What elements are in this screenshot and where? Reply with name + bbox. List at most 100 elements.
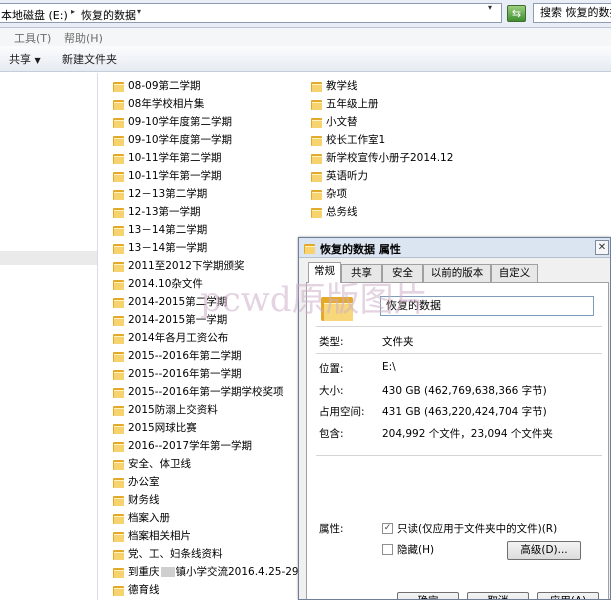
contains-label: 包含: [319,428,344,440]
folder-name-field[interactable]: 恢复的数据 [380,296,594,316]
folder-icon [113,261,124,272]
folder-name: 08年学校相片集 [128,98,205,110]
folder-icon [113,387,124,398]
folder-icon [113,225,124,236]
address-box[interactable]: 本地磁盘 (E:) ▸ 恢复的数据 ▾ [0,3,502,23]
folder-icon [113,423,124,434]
advanced-button[interactable]: 高级(D)... [507,541,581,560]
nav-selected-item[interactable] [0,251,97,265]
folder-name: 五年级上册 [326,98,379,110]
new-folder-button[interactable]: 新建文件夹 [62,51,117,67]
type-value: 文件夹 [382,336,414,348]
folder-name: 13－14第二学期 [128,224,208,236]
dialog-title: 恢复的数据 属性 [320,243,401,256]
folder-icon [113,351,124,362]
properties-dialog: 恢复的数据 属性 ✕ 常规 共享 安全 以前的版本 自定义 恢复的数据 类型: … [298,237,611,600]
folder-name: 教学线 [326,80,358,92]
attributes-label: 属性: [319,523,344,535]
chevron-down-icon: ▼ [34,56,41,65]
divider [316,353,602,354]
navigation-pane[interactable] [0,73,98,600]
folder-icon [311,99,322,110]
command-bar: 共享 ▼ 新建文件夹 [0,46,611,72]
dialog-titlebar[interactable]: 恢复的数据 属性 ✕ [299,238,610,258]
ok-button[interactable]: 确定 [397,592,459,599]
size-label: 大小: [319,385,344,397]
breadcrumb-folder[interactable]: 恢复的数据 [81,7,136,23]
folder-name: 办公室 [128,476,160,488]
folder-icon [311,81,322,92]
tab-general[interactable]: 常规 [308,262,341,283]
folder-icon [311,171,322,182]
folder-icon [113,513,124,524]
folder-name: 10-11学年第二学期 [128,152,222,164]
tab-security[interactable]: 安全 [382,264,423,282]
folder-name: 小文替 [326,116,358,128]
folder-name: 2011至2012下学期颁奖 [128,260,245,272]
tab-previous-versions[interactable]: 以前的版本 [423,264,491,282]
folder-icon [311,153,322,164]
folder-icon [113,315,124,326]
search-input[interactable]: 搜索 恢复的数据 [533,3,611,23]
hidden-checkbox[interactable] [382,544,393,555]
address-bar: 本地磁盘 (E:) ▸ 恢复的数据 ▾ ▾ ⇆ 搜索 恢复的数据 [0,0,611,28]
folder-name: 杂项 [326,188,347,200]
breadcrumb-drive[interactable]: 本地磁盘 (E:) [1,7,68,23]
folder-icon [321,295,353,323]
folder-name: 2014-2015第一学期 [128,314,228,326]
location-value: E:\ [382,361,396,373]
folder-name-part: 镇小学交流2016.4.25-29 [175,566,299,578]
tab-customize[interactable]: 自定义 [491,264,538,282]
folder-icon [113,189,124,200]
general-tab-panel: 恢复的数据 类型: 文件夹 位置: E:\ 大小: 430 GB (462,76… [306,282,609,599]
folder-name: 13－14第一学期 [128,242,208,254]
folder-name: 校长工作室1 [326,134,386,146]
address-dropdown-icon[interactable]: ▾ [488,3,492,12]
folder-icon [311,207,322,218]
readonly-checkbox[interactable]: ✓ [382,523,393,534]
folder-name: 档案入册 [128,512,170,524]
cancel-button[interactable]: 取消 [467,592,529,599]
folder-name: 09-10学年度第二学期 [128,116,233,128]
folder-icon [304,243,315,254]
folder-name: 09-10学年度第一学期 [128,134,233,146]
folder-name: 2015网球比赛 [128,422,197,434]
tab-sharing[interactable]: 共享 [341,264,382,282]
folder-name: 12-13第一学期 [128,206,201,218]
folder-icon [113,333,124,344]
hidden-label[interactable]: 隐藏(H) [397,542,434,557]
close-button[interactable]: ✕ [595,240,609,255]
breadcrumb-chevron-icon[interactable]: ▸ [71,7,75,16]
folder-name: 2014年各月工资公布 [128,332,229,344]
readonly-label[interactable]: 只读(仅应用于文件夹中的文件)(R) [397,521,557,536]
folder-icon [311,135,322,146]
folder-icon [311,117,322,128]
folder-icon [113,549,124,560]
folder-name: 2015防溺上交资料 [128,404,218,416]
folder-name: 08-09第二学期 [128,80,201,92]
menu-help[interactable]: 帮助(H) [64,30,103,46]
folder-icon [113,405,124,416]
disk-size-label: 占用空间: [319,406,365,418]
divider [316,455,602,456]
folder-name: 德育线 [128,584,160,596]
folder-name: 英语听力 [326,170,368,182]
folder-name: 2016--2017学年第一学期 [128,440,253,452]
breadcrumb-chevron-icon[interactable]: ▾ [137,7,141,16]
folder-icon [311,189,322,200]
folder-name: 2015--2016年第二学期 [128,350,242,362]
folder-name: 2015--2016年第一学期学校奖项 [128,386,284,398]
folder-name: 安全、体卫线 [128,458,191,470]
folder-name: 12－13第二学期 [128,188,208,200]
folder-icon [113,441,124,452]
apply-button[interactable]: 应用(A) [537,592,599,599]
folder-icon [113,117,124,128]
refresh-button[interactable]: ⇆ [507,5,526,22]
type-label: 类型: [319,336,344,348]
menu-tools[interactable]: 工具(T) [14,30,51,46]
folder-icon [113,531,124,542]
folder-name: 档案相关相片 [128,530,191,542]
folder-icon [113,153,124,164]
folder-icon [113,171,124,182]
share-button[interactable]: 共享 ▼ [9,51,41,67]
